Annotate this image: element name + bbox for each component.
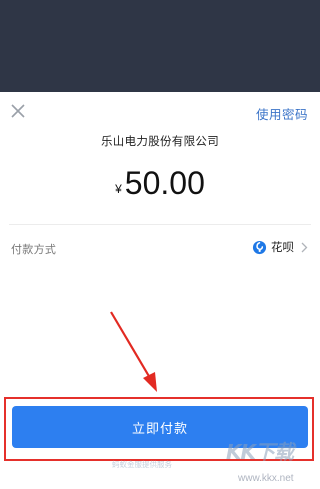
watermark-logo: KK下载 [226,440,294,464]
close-icon[interactable] [9,102,27,120]
divider [9,224,311,225]
payment-method-label: 付款方式 [11,243,57,256]
footer-note: 蚂蚁金服提供服务 [112,460,172,469]
chevron-right-icon [301,242,308,252]
payment-amount: 50.00 [124,165,205,201]
currency-symbol: ¥ [115,182,122,196]
payment-method-selector[interactable]: 花呗 [252,239,308,255]
huabei-icon [252,240,267,254]
payment-method-value: 花呗 [271,240,294,254]
amount-display: ¥ 50.00 [0,164,320,202]
watermark-url: www.kkx.net [238,473,294,484]
dimmed-background [0,0,320,92]
use-password-link[interactable]: 使用密码 [256,104,308,123]
merchant-name: 乐山电力股份有限公司 [101,134,219,148]
